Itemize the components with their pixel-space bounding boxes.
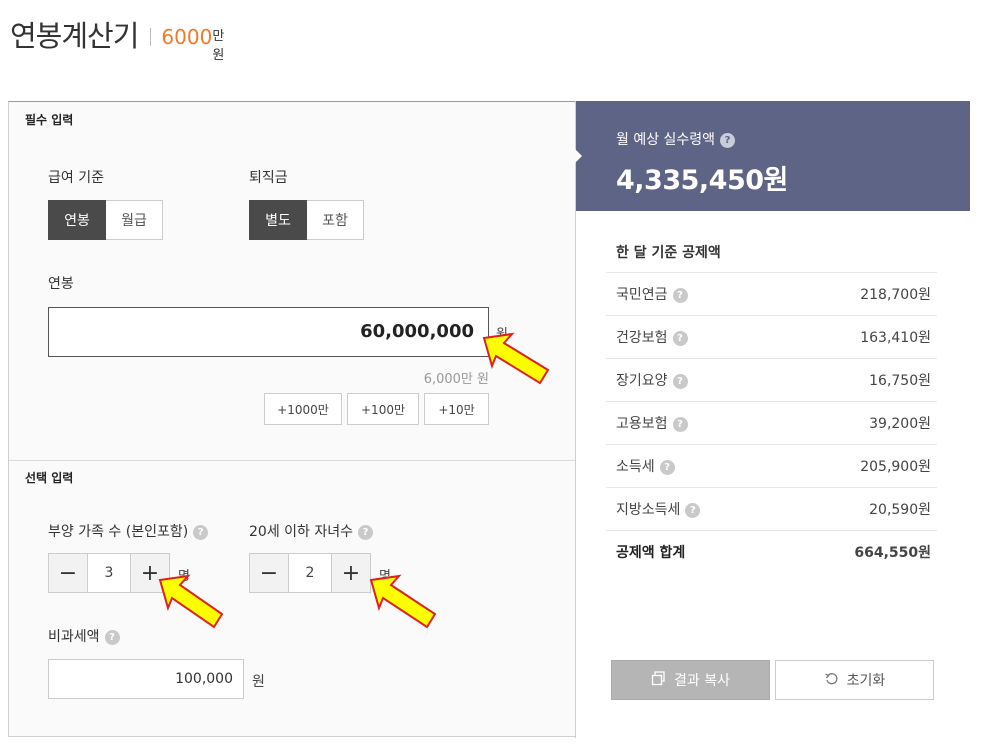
copy-icon xyxy=(651,670,666,690)
result-pointer xyxy=(575,149,582,163)
deduction-row: 지방소득세? 20,590원 xyxy=(606,487,937,530)
deduction-name: 고용보험 xyxy=(616,416,668,432)
dependents-value[interactable]: 3 xyxy=(88,553,130,593)
deduction-total-row: 공제액 합계 664,550원 xyxy=(606,530,937,573)
deduction-name: 국민연금 xyxy=(616,287,668,303)
deduction-amount: 218,700원 xyxy=(860,287,931,303)
help-icon[interactable]: ? xyxy=(685,502,701,518)
dependents-stepper: − 3 + xyxy=(48,553,170,593)
reset-button[interactable]: 초기화 xyxy=(775,660,934,700)
deduction-total-name: 공제액 합계 xyxy=(616,545,686,561)
title-separator xyxy=(150,28,152,46)
deduction-name: 장기요양 xyxy=(616,373,668,389)
add-100k-button[interactable]: +10만 xyxy=(424,393,489,425)
copy-result-button[interactable]: 결과 복사 xyxy=(611,660,770,700)
net-pay-label-text: 월 예상 실수령액 xyxy=(616,132,716,148)
severance-toggle: 별도 포함 xyxy=(249,200,364,240)
pay-basis-toggle: 연봉 월급 xyxy=(48,200,163,240)
section-divider xyxy=(9,460,575,461)
children-value[interactable]: 2 xyxy=(289,553,331,593)
salary-input[interactable]: 60,000,000 xyxy=(48,307,489,357)
deduction-amount: 20,590원 xyxy=(869,502,931,518)
reset-icon xyxy=(824,671,839,690)
nontaxable-input[interactable]: 100,000 xyxy=(48,659,244,699)
page-header: 연봉계산기 6000 만원 xyxy=(10,14,224,63)
pay-basis-monthly-button[interactable]: 월급 xyxy=(106,200,163,240)
deduction-name: 건강보험 xyxy=(616,330,668,346)
children-minus-button[interactable]: − xyxy=(249,553,289,593)
help-icon[interactable]: ? xyxy=(193,524,209,540)
dependents-label: 부양 가족 수 (본인포함)? xyxy=(48,521,209,541)
page-title: 연봉계산기 xyxy=(10,19,139,53)
children-label: 20세 이하 자녀수? xyxy=(249,521,373,541)
annotation-arrow-icon xyxy=(482,332,550,385)
annotation-arrow-icon xyxy=(369,574,437,629)
pay-basis-label: 급여 기준 xyxy=(48,170,104,186)
result-header: 월 예상 실수령액? 4,335,450원 xyxy=(575,101,970,211)
help-icon[interactable]: ? xyxy=(358,524,373,540)
deduction-name: 소득세 xyxy=(616,459,655,475)
severance-included-button[interactable]: 포함 xyxy=(307,200,364,240)
title-amount-unit: 만원 xyxy=(212,29,225,63)
help-icon[interactable]: ? xyxy=(672,373,688,389)
nontaxable-unit: 원 xyxy=(252,674,265,690)
dependents-minus-button[interactable]: − xyxy=(48,553,88,593)
title-amount: 6000 만원 xyxy=(161,25,224,63)
reset-label: 초기화 xyxy=(846,673,886,689)
help-icon[interactable]: ? xyxy=(720,132,736,148)
deduction-amount: 163,410원 xyxy=(860,330,931,346)
net-pay-value: 4,335,450원 xyxy=(616,165,788,196)
minus-icon: − xyxy=(58,560,78,586)
help-icon[interactable]: ? xyxy=(659,459,675,475)
annotation-arrow-icon xyxy=(158,574,224,629)
add-1m-button[interactable]: +100만 xyxy=(347,393,419,425)
help-icon[interactable]: ? xyxy=(104,629,120,645)
help-icon[interactable]: ? xyxy=(672,416,688,432)
deduction-row: 건강보험? 163,410원 xyxy=(606,315,937,358)
children-label-text: 20세 이하 자녀수 xyxy=(249,524,353,540)
dependents-label-text: 부양 가족 수 (본인포함) xyxy=(48,524,189,540)
deduction-total-amount: 664,550원 xyxy=(854,545,931,561)
salary-calculator: 필수 입력 급여 기준 연봉 월급 퇴직금 별도 포함 연봉 60,000,00… xyxy=(8,101,970,738)
optional-section-label: 선택 입력 xyxy=(25,471,74,485)
deduction-amount: 16,750원 xyxy=(869,373,931,389)
deductions-title: 한 달 기준 공제액 xyxy=(616,245,721,261)
add-10m-button[interactable]: +1000만 xyxy=(264,393,342,425)
severance-separate-button[interactable]: 별도 xyxy=(249,200,307,240)
deduction-row: 고용보험? 39,200원 xyxy=(606,401,937,444)
deduction-row: 장기요양? 16,750원 xyxy=(606,358,937,401)
nontaxable-label-text: 비과세액 xyxy=(48,629,100,645)
severance-label: 퇴직금 xyxy=(249,170,288,186)
input-panel: 필수 입력 급여 기준 연봉 월급 퇴직금 별도 포함 연봉 60,000,00… xyxy=(9,102,575,736)
nontaxable-label: 비과세액? xyxy=(48,626,120,646)
salary-label: 연봉 xyxy=(48,276,74,292)
help-icon[interactable]: ? xyxy=(672,287,688,303)
minus-icon: − xyxy=(259,560,279,586)
deduction-amount: 39,200원 xyxy=(869,416,931,432)
required-section-label: 필수 입력 xyxy=(25,113,74,127)
net-pay-label: 월 예상 실수령액? xyxy=(616,129,736,149)
children-stepper: − 2 + xyxy=(249,553,371,593)
plus-icon: + xyxy=(341,560,361,586)
salary-helper-text: 6,000만 원 xyxy=(423,372,489,387)
deductions-list: 국민연금? 218,700원 건강보험? 163,410원 장기요양? 16,750원… xyxy=(606,272,937,573)
title-amount-number: 6000 xyxy=(161,25,213,49)
help-icon[interactable]: ? xyxy=(672,330,688,346)
deduction-amount: 205,900원 xyxy=(860,459,931,475)
result-panel: 월 예상 실수령액? 4,335,450원 한 달 기준 공제액 국민연금? 21… xyxy=(575,101,970,738)
copy-result-label: 결과 복사 xyxy=(674,673,730,689)
deduction-row: 소득세? 205,900원 xyxy=(606,444,937,487)
plus-icon: + xyxy=(140,560,160,586)
pay-basis-annual-button[interactable]: 연봉 xyxy=(48,200,106,240)
deduction-name: 지방소득세 xyxy=(616,502,681,518)
deduction-row: 국민연금? 218,700원 xyxy=(606,272,937,315)
children-plus-button[interactable]: + xyxy=(331,553,371,593)
